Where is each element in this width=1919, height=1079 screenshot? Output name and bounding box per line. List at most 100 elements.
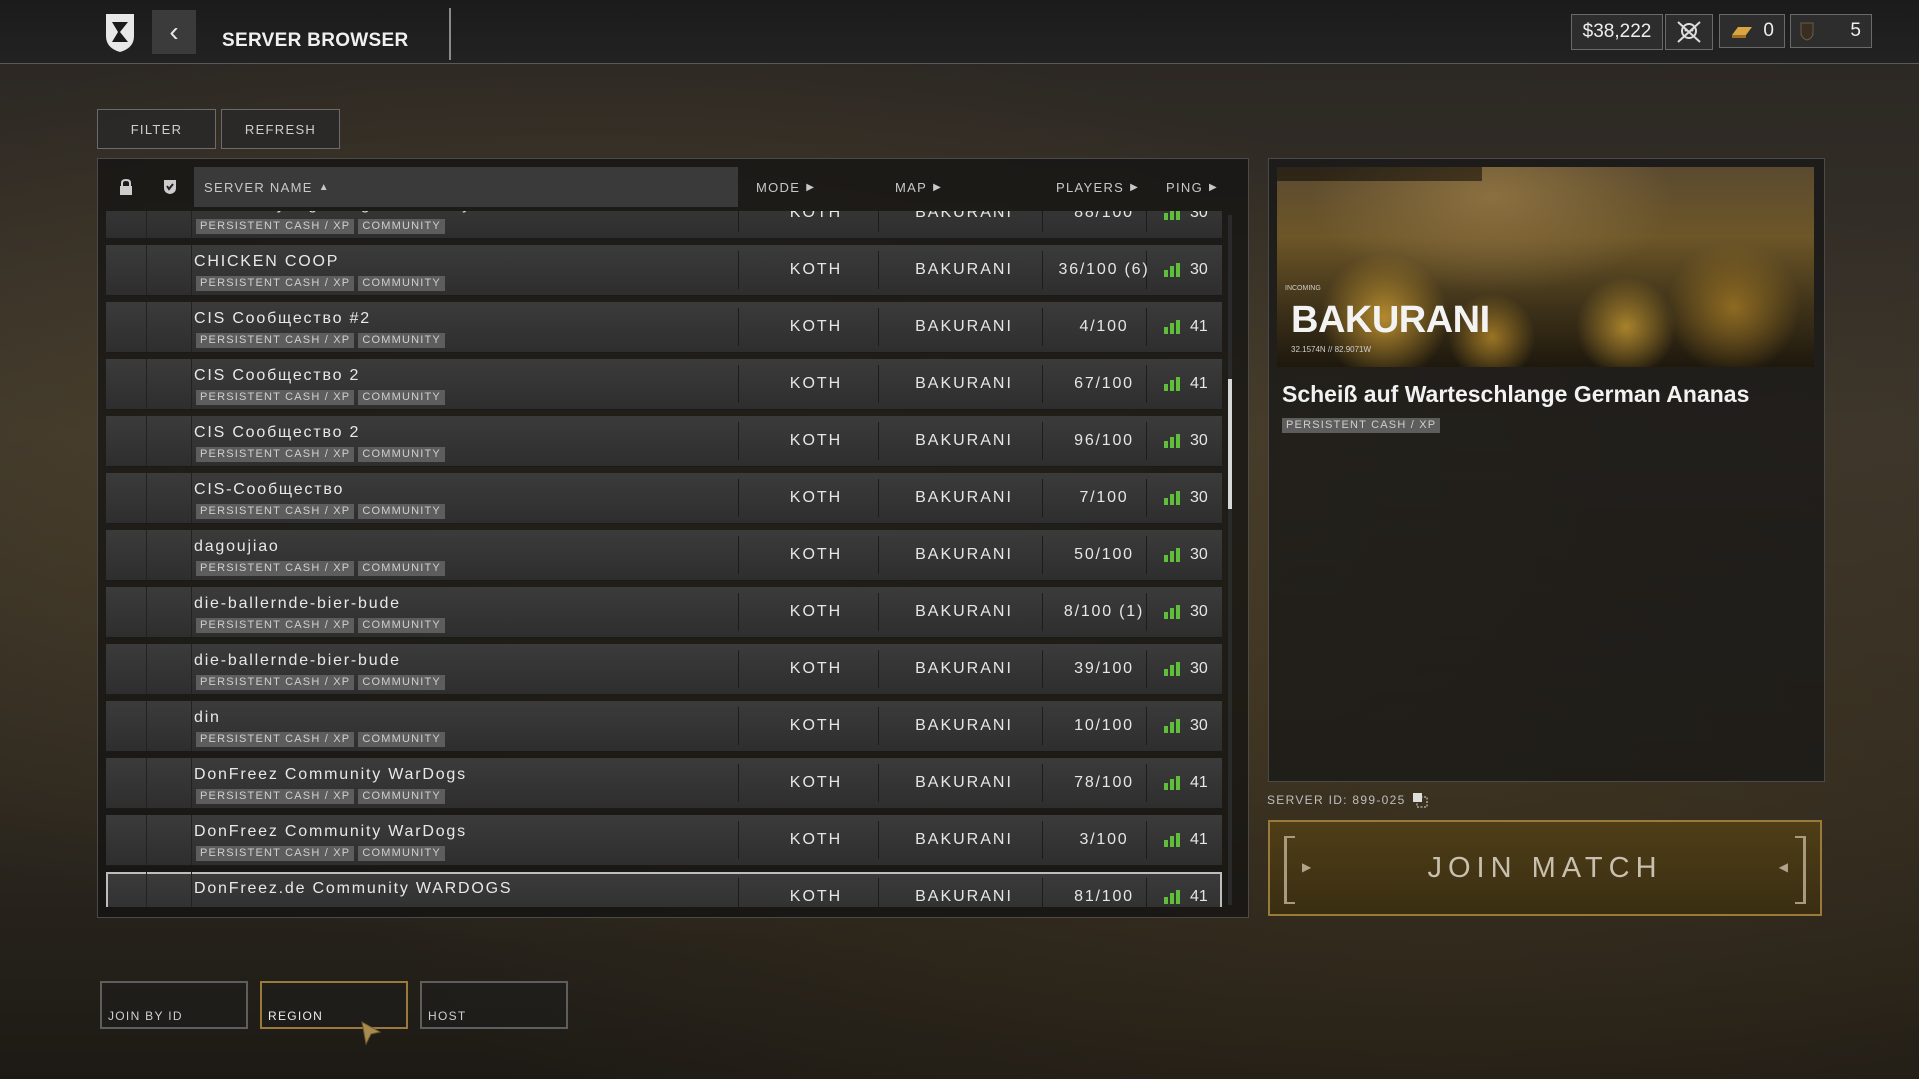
bars-icon	[1732, 27, 1752, 38]
players-column-header[interactable]: PLAYERS ▶	[1056, 167, 1156, 207]
refresh-button[interactable]: REFRESH	[221, 109, 340, 149]
skull-button[interactable]	[1665, 14, 1713, 50]
mode-column-header[interactable]: MODE ▶	[756, 167, 876, 207]
signal-icon	[1164, 890, 1180, 904]
server-name: CHICKEN COOP	[194, 253, 340, 270]
server-ping: 30	[1164, 603, 1208, 621]
join-match-label: JOIN MATCH	[1427, 851, 1663, 884]
server-tag: COMMUNITY	[358, 333, 445, 348]
signal-icon	[1164, 263, 1180, 277]
filter-button[interactable]: FILTER	[97, 109, 216, 149]
server-row[interactable]: DonFreez Community WarDogs PERSISTENT CAS…	[106, 815, 1222, 866]
server-id-label: SERVER ID: 899-025	[1267, 793, 1406, 807]
lock-column-header[interactable]	[106, 167, 146, 207]
server-players: 4/100	[1079, 318, 1129, 335]
server-tags: PERSISTENT CASH / XP COMMUNITY	[196, 846, 445, 861]
column-divider	[1042, 365, 1043, 403]
server-ping: 30	[1164, 489, 1208, 507]
cursor-icon	[361, 1021, 382, 1046]
server-tags: PERSISTENT CASH / XP COMMUNITY	[196, 276, 445, 291]
check-shield-icon	[164, 180, 176, 194]
server-row[interactable]: CHICKEN COOP PERSISTENT CASH / XP COMMUNIT…	[106, 245, 1222, 296]
column-divider	[1042, 308, 1043, 346]
server-players: 8/100 (1)	[1063, 603, 1145, 620]
server-tags: PERSISTENT CASH / XP COMMUNITY	[196, 732, 445, 747]
column-divider	[1042, 536, 1043, 574]
server-row[interactable]: CIS Сообщество 2 PERSISTENT CASH / XP COMM…	[106, 416, 1222, 467]
server-rows: beate-holy13gaming-community-01 PERSISTEN…	[106, 211, 1230, 907]
column-divider	[878, 593, 879, 631]
server-map: BAKURANI	[915, 489, 1013, 506]
host-button[interactable]: HOST	[420, 981, 568, 1029]
server-row[interactable]: beate-holy13gaming-community-01 PERSISTEN…	[106, 211, 1222, 239]
server-row[interactable]: CIS Сообщество #2 PERSISTENT CASH / XP COM…	[106, 302, 1222, 353]
signal-icon	[1164, 776, 1180, 790]
server-row[interactable]: die-ballernde-bier-bude PERSISTENT CASH /…	[106, 587, 1222, 638]
server-tag: COMMUNITY	[358, 675, 445, 690]
back-button[interactable]: ‹	[152, 10, 196, 54]
signal-icon	[1164, 491, 1180, 505]
server-row[interactable]: CIS-Сообщество PERSISTENT CASH / XP COMMUN…	[106, 473, 1222, 524]
join-by-id-button[interactable]: JOIN BY ID	[100, 981, 248, 1029]
server-map: BAKURANI	[915, 717, 1013, 734]
bars-currency[interactable]: 0	[1719, 14, 1785, 48]
lock-cell	[106, 758, 147, 808]
server-tag: COMMUNITY	[358, 846, 445, 861]
tokens-currency[interactable]: 5	[1790, 14, 1872, 48]
server-tags: PERSISTENT CASH / XP COMMUNITY	[196, 219, 445, 234]
server-mode: KOTH	[789, 660, 843, 677]
server-players: 50/100	[1074, 546, 1134, 563]
server-tags: PERSISTENT CASH / XP COMMUNITY	[196, 390, 445, 405]
server-row[interactable]: din PERSISTENT CASH / XP COMMUNITY KOTH BAKU…	[106, 701, 1222, 752]
verified-cell	[147, 211, 192, 238]
server-name: CIS Сообщество 2	[194, 424, 361, 441]
signal-icon	[1164, 320, 1180, 334]
detail-server-name: Scheiß auf Warteschlange German Ananas	[1282, 381, 1750, 407]
server-name: CIS-Сообщество	[194, 481, 345, 498]
detail-tag: PERSISTENT CASH / XP	[1282, 418, 1441, 433]
players-header-label: PLAYERS	[1056, 179, 1125, 195]
verified-cell	[147, 758, 192, 808]
column-divider	[738, 821, 739, 859]
column-divider	[1042, 593, 1043, 631]
server-row[interactable]: dagoujiao PERSISTENT CASH / XP COMMUNITY KO…	[106, 530, 1222, 581]
lock-cell	[106, 211, 147, 238]
server-ping: 30	[1164, 717, 1208, 735]
mode-header-label: MODE	[756, 179, 801, 195]
server-row[interactable]: DonFreez Community WarDogs PERSISTENT CAS…	[106, 758, 1222, 809]
map-column-header[interactable]: MAP ▶	[895, 167, 1035, 207]
join-match-button[interactable]: ▶ ◀ JOIN MATCH	[1268, 820, 1822, 916]
join-by-id-label: JOIN BY ID	[108, 1009, 183, 1023]
server-name-column-header[interactable]: SERVER NAME ▲	[194, 167, 738, 207]
server-map: BAKURANI	[915, 546, 1013, 563]
lock-cell	[106, 359, 147, 409]
server-tag: PERSISTENT CASH / XP	[196, 333, 355, 348]
verified-column-header[interactable]	[150, 167, 190, 207]
server-row[interactable]: CIS Сообщество 2 PERSISTENT CASH / XP COMM…	[106, 359, 1222, 410]
region-button[interactable]: REGION	[260, 981, 408, 1029]
scroll-thumb[interactable]	[1228, 379, 1232, 509]
server-name: CIS Сообщество #2	[194, 310, 371, 327]
server-players: 7/100	[1079, 489, 1129, 506]
signal-icon	[1164, 662, 1180, 676]
ping-value: 30	[1190, 603, 1208, 620]
server-row[interactable]: DonFreez.de Community WARDOGS KOTH BAKURAN…	[106, 872, 1222, 907]
server-row[interactable]: die-ballernde-bier-bude PERSISTENT CASH /…	[106, 644, 1222, 695]
ping-column-header[interactable]: PING ▶	[1166, 167, 1236, 207]
map-name: BAKURANI	[1291, 299, 1490, 341]
sort-icon: ▶	[933, 181, 943, 193]
bars-count: 0	[1763, 20, 1774, 41]
server-map: BAKURANI	[915, 660, 1013, 677]
token-icon	[1800, 22, 1814, 41]
copy-icon[interactable]	[1412, 792, 1428, 808]
scrollbar[interactable]	[1228, 215, 1232, 905]
column-divider	[1042, 764, 1043, 802]
column-divider	[738, 479, 739, 517]
sort-icon: ▶	[1208, 181, 1218, 193]
cash-display[interactable]: $38,222	[1571, 14, 1663, 50]
server-mode: KOTH	[789, 831, 843, 848]
column-divider	[1042, 251, 1043, 289]
server-tag: PERSISTENT CASH / XP	[196, 732, 355, 747]
verified-cell	[147, 530, 192, 580]
signal-icon	[1164, 719, 1180, 733]
